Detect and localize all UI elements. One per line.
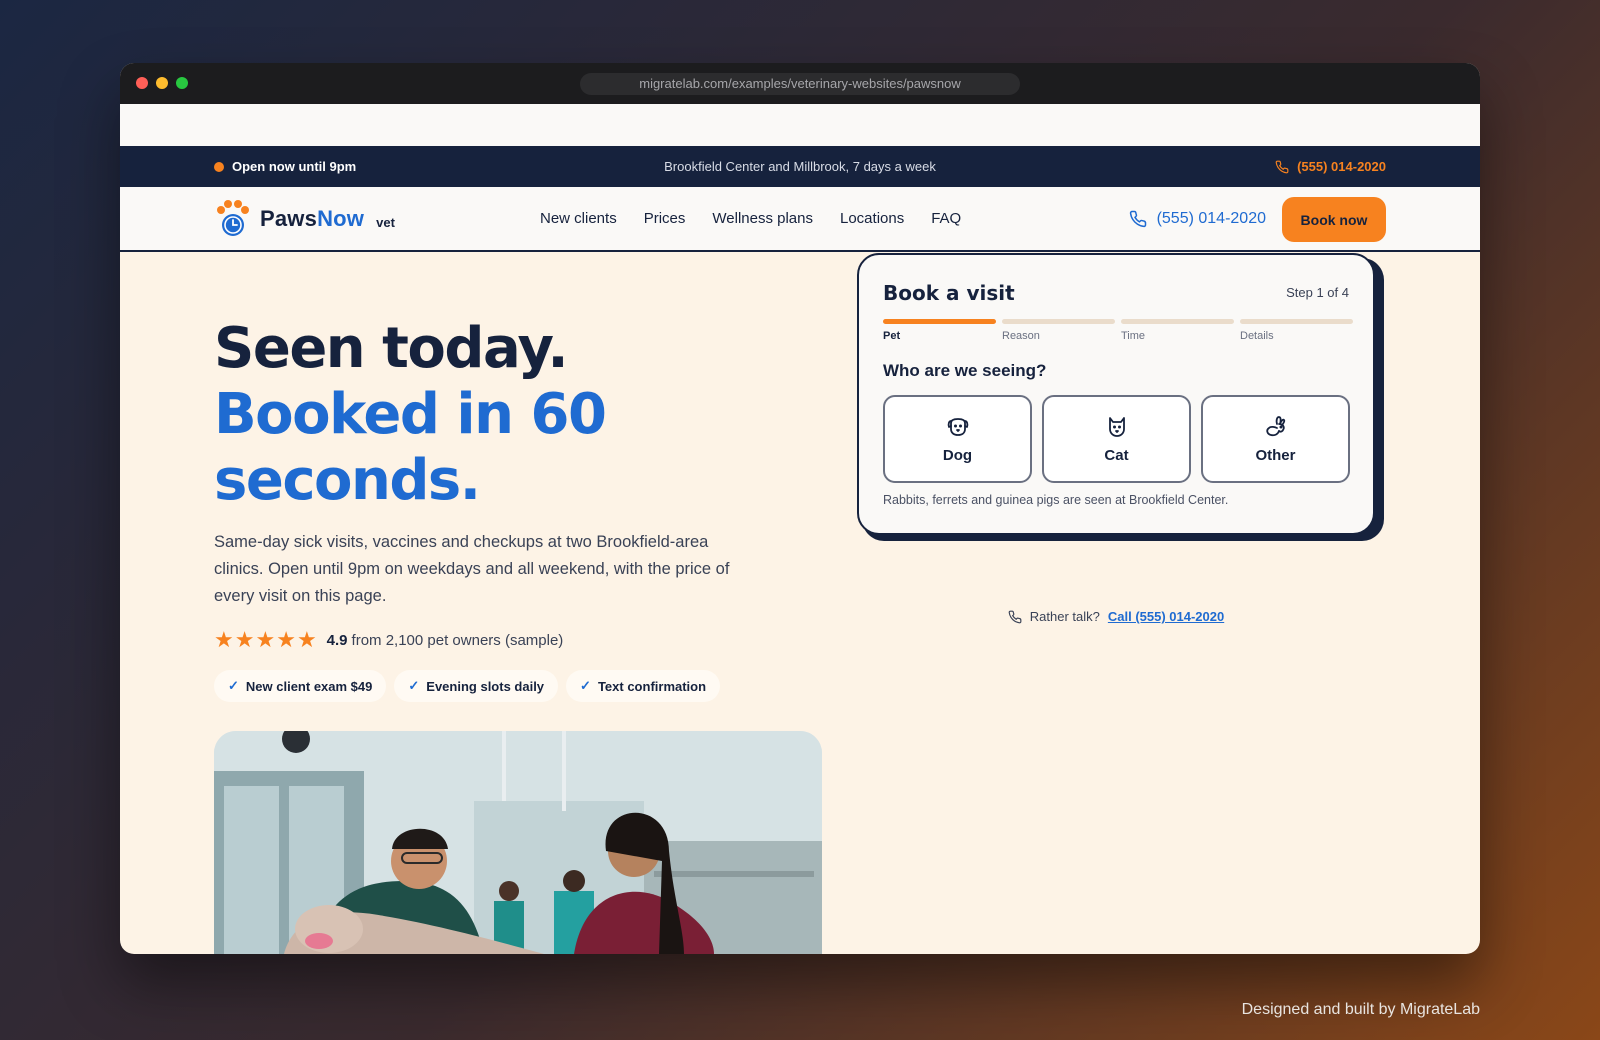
main-nav: PawsNow vet New clients Prices Wellness … [120,187,1480,252]
minimize-window-button[interactable] [156,77,168,89]
progress-bar [1121,319,1234,324]
chip-label: New client exam $49 [245,678,373,694]
progress-bar [883,319,996,324]
star-icon: ★ [276,627,296,652]
chip-label: Evening slots daily [426,678,545,694]
book-now-button[interactable]: Book now [1282,197,1386,242]
rating-text: from 2,100 pet owners (sample) [351,631,564,649]
booking-note: Rabbits, ferrets and guinea pigs are see… [883,493,1229,507]
feature-chip: ✓ Evening slots daily [394,670,559,702]
feature-chip: ✓ New client exam $49 [214,670,387,702]
nav-phone-link[interactable]: (555) 014-2020 [1129,187,1266,250]
paw-clock-logo-icon [217,200,249,236]
booking-title: Book a visit [883,281,1015,305]
topbar-phone-link[interactable]: (555) 014-2020 [1275,159,1386,174]
pet-options: Dog Cat Other [883,395,1350,483]
nav-link-faq[interactable]: FAQ [931,210,961,227]
hero-line-2: Booked in 60 [214,382,607,447]
nav-link-wellness-plans[interactable]: Wellness plans [712,210,813,227]
close-window-button[interactable] [136,77,148,89]
progress-bar [1240,319,1353,324]
check-icon: ✓ [408,678,420,693]
progress-bar [1002,319,1115,324]
pet-option-label: Dog [942,446,973,464]
maximize-window-button[interactable] [176,77,188,89]
booking-question: Who are we seeing? [883,361,1047,380]
pet-option-other[interactable]: Other [1201,395,1350,483]
browser-window: migratelab.com/examples/veterinary-websi… [120,63,1480,954]
booking-card: Book a visit Step 1 of 4 Pet Reason Time… [857,253,1375,535]
brand-wordmark: PawsNow [260,206,364,232]
progress-label: Time [1121,330,1146,342]
nav-link-locations[interactable]: Locations [840,210,904,227]
progress-label: Pet [883,330,901,342]
booking-step-indicator: Step 1 of 4 [1286,285,1349,300]
hero-line-1: Seen today. [214,316,569,381]
chip-label: Text confirmation [597,678,707,694]
progress-step-pet: Pet [883,319,996,342]
credit-text: Designed and built by MigrateLab [1241,1001,1480,1018]
rather-talk-text: Rather talk? [1029,609,1100,624]
phone-icon [1008,610,1022,623]
phone-icon [1275,160,1289,173]
brand-suffix: vet [376,214,395,230]
rabbit-icon [1265,415,1285,436]
nav-link-new-clients[interactable]: New clients [540,210,617,227]
hero-line-3: seconds. [214,448,481,513]
phone-icon [1129,210,1146,227]
hero-headline: Seen today. Booked in 60 seconds. [214,316,607,514]
rating-score: 4.9 [326,631,348,649]
rather-talk-row: Rather talk? Call (555) 014-2020 [857,609,1375,624]
progress-step-time: Time [1121,319,1234,342]
star-icon: ★ [296,627,317,652]
booking-progress: Pet Reason Time Details [883,319,1353,342]
brand-accent: Now [317,206,365,231]
check-icon: ✓ [580,678,591,693]
dog-icon [947,417,968,436]
progress-step-details: Details [1240,319,1353,342]
progress-step-reason: Reason [1002,319,1115,342]
feature-chip: ✓ Text confirmation [566,670,721,702]
announcement-bar: Open now until 9pm Brookfield Center and… [120,146,1480,187]
pet-option-label: Other [1255,446,1296,464]
cat-icon [1108,416,1125,437]
browser-titlebar: migratelab.com/examples/veterinary-websi… [120,63,1480,104]
hero-description: Same-day sick visits, vaccines and check… [214,533,730,605]
vet-clinic-photo-illustration [214,731,822,954]
check-icon: ✓ [228,678,239,693]
star-icon: ★ [255,627,276,652]
nav-links: New clients Prices Wellness plans Locati… [540,187,961,250]
progress-label: Reason [1002,330,1040,342]
browser-blank-strip [120,104,1480,146]
address-bar[interactable]: migratelab.com/examples/veterinary-websi… [580,73,1020,95]
rating-row: ★ ★ ★ ★ ★ 4.9 from 2,100 pet owners (sam… [214,629,563,651]
pet-option-dog[interactable]: Dog [883,395,1032,483]
call-phone-link[interactable]: Call (555) 014-2020 [1108,609,1224,624]
hero-photo [214,731,822,954]
star-icon: ★ [214,627,234,652]
topbar-phone-text: (555) 014-2020 [1297,159,1386,174]
star-icon: ★ [234,627,255,652]
window-controls [136,77,188,89]
progress-label: Details [1240,330,1274,342]
brand-main: Paws [260,206,318,231]
nav-link-prices[interactable]: Prices [644,210,686,227]
pet-option-label: Cat [1104,446,1129,464]
brand-logo[interactable]: PawsNow vet [214,199,395,239]
nav-phone-text: (555) 014-2020 [1156,209,1266,227]
rating-stars: ★ ★ ★ ★ ★ [214,629,317,651]
pet-option-cat[interactable]: Cat [1042,395,1191,483]
feature-chips: ✓ New client exam $49 ✓ Evening slots da… [214,670,721,702]
